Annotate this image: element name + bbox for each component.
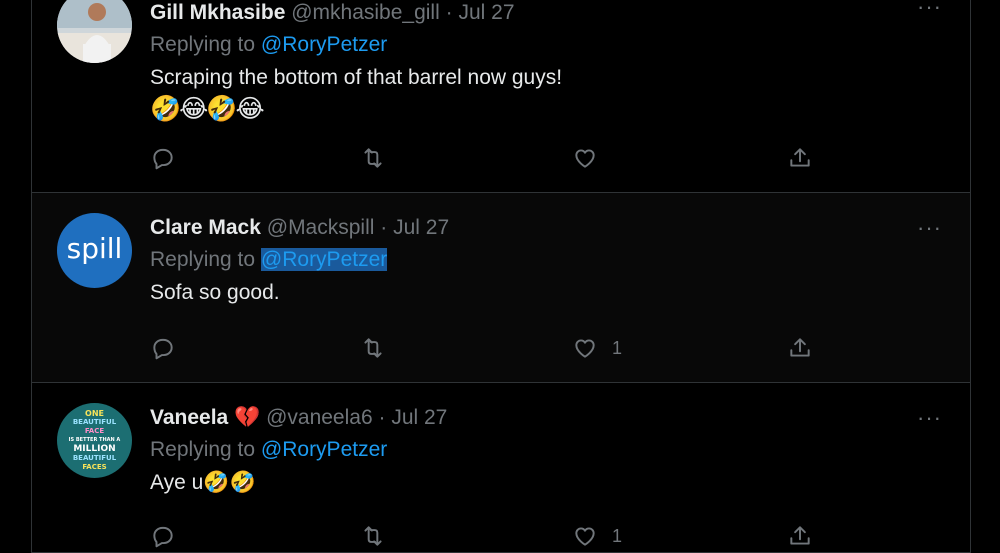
tweet-date[interactable]: Jul 27 [458, 1, 514, 24]
like-count: 1 [612, 337, 623, 358]
share-button[interactable] [787, 523, 813, 549]
tweet-clare-mack[interactable]: spill Clare Mack @Mackspill · Jul 27 Rep… [32, 193, 970, 383]
like-button[interactable]: 1 [572, 335, 622, 361]
like-count: 1 [612, 525, 623, 546]
avatar-line: BEAUTIFUL [72, 418, 117, 426]
avatar-graphic: ONE BEAUTIFUL FACE IS BETTER THAN A MILL… [57, 403, 132, 478]
avatar-logo-text: spill [66, 232, 123, 265]
tweet-emoji: 🤣😂🤣😂 [150, 95, 265, 123]
replying-to: Replying to @RoryPetzer [150, 28, 950, 62]
tweet-gill-mkhasibe[interactable]: Gill Mkhasibe @mkhasibe_gill · Jul 27 Re… [32, 0, 970, 193]
tweet-text: Scraping the bottom of that barrel now g… [150, 66, 563, 89]
separator-dot: · [380, 216, 388, 239]
author-handle[interactable]: @vaneela6 [266, 406, 373, 429]
reply-thread: Gill Mkhasibe @mkhasibe_gill · Jul 27 Re… [31, 0, 971, 553]
retweet-button[interactable] [360, 523, 386, 549]
avatar-line: MILLION [73, 444, 116, 454]
mention-link[interactable]: @RoryPetzer [261, 438, 387, 461]
avatar-line: FACES [82, 463, 107, 471]
replying-to: Replying to @RoryPetzer [150, 433, 950, 467]
like-button[interactable] [572, 145, 612, 171]
avatar-line: ONE [85, 409, 104, 418]
avatar[interactable]: ONE BEAUTIFUL FACE IS BETTER THAN A MILL… [57, 403, 132, 478]
tweet-date[interactable]: Jul 27 [391, 406, 447, 429]
share-icon [790, 148, 810, 167]
retweet-button[interactable] [360, 335, 386, 361]
author-handle[interactable]: @mkhasibe_gill [291, 1, 440, 24]
retweet-icon [364, 338, 382, 358]
avatar[interactable]: spill [57, 213, 132, 288]
reply-icon [153, 338, 173, 360]
author-name[interactable]: Vaneela [150, 406, 228, 429]
reply-button[interactable] [150, 335, 176, 361]
share-button[interactable] [787, 335, 813, 361]
replying-to: Replying to @RoryPetzer [150, 243, 950, 277]
author-handle[interactable]: @Mackspill [267, 216, 375, 239]
mention-link[interactable]: @RoryPetzer [260, 248, 388, 271]
tweet-text: Aye u🤣🤣 [150, 471, 256, 494]
more-icon[interactable]: ··· [917, 215, 942, 241]
more-icon[interactable]: ··· [917, 0, 942, 20]
broken-heart-emoji: 💔 [234, 406, 261, 429]
tweet-date[interactable]: Jul 27 [393, 216, 449, 239]
retweet-icon [364, 526, 382, 546]
mention-link[interactable]: @RoryPetzer [261, 33, 387, 56]
tweet-vaneela[interactable]: ONE BEAUTIFUL FACE IS BETTER THAN A MILL… [32, 383, 970, 553]
reply-button[interactable] [150, 523, 176, 549]
heart-icon [575, 149, 595, 168]
tweet-text: Sofa so good. [150, 281, 280, 304]
like-button[interactable]: 1 [572, 523, 622, 549]
share-icon [790, 338, 810, 357]
avatar-line: FACE [84, 427, 105, 435]
reply-icon [153, 526, 173, 548]
tweet-actions: 1 [150, 523, 830, 553]
separator-dot: · [378, 406, 386, 429]
replying-prefix: Replying to [150, 33, 256, 56]
share-icon [790, 526, 810, 545]
retweet-button[interactable] [360, 145, 386, 171]
reply-button[interactable] [150, 145, 176, 171]
more-icon[interactable]: ··· [917, 405, 942, 431]
reply-icon [153, 148, 173, 170]
author-name[interactable]: Clare Mack [150, 216, 261, 239]
separator-dot: · [445, 1, 453, 24]
share-button[interactable] [787, 145, 813, 171]
heart-icon [575, 339, 595, 358]
replying-prefix: Replying to [150, 438, 256, 461]
tweet-actions [150, 145, 830, 175]
avatar-photo [57, 0, 132, 63]
retweet-icon [364, 148, 382, 168]
avatar-line: BEAUTIFUL [72, 454, 117, 462]
replying-prefix: Replying to [150, 248, 256, 271]
author-name[interactable]: Gill Mkhasibe [150, 1, 285, 24]
heart-icon [575, 527, 595, 546]
tweet-actions: 1 [150, 335, 830, 365]
avatar[interactable] [57, 0, 132, 63]
